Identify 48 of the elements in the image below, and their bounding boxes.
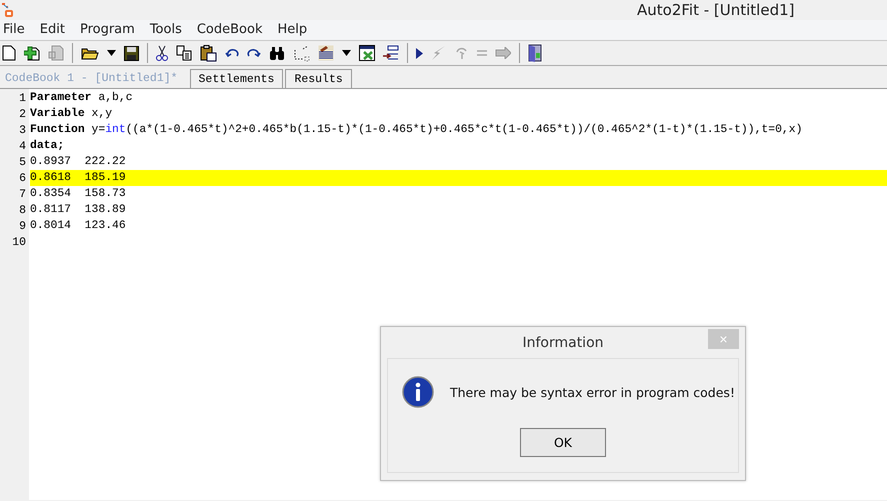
menu-item[interactable]: File (0, 20, 32, 40)
add-file-icon[interactable] (24, 45, 40, 61)
menu-item[interactable]: Program (76, 20, 142, 40)
line-number: 10 (11, 236, 27, 248)
tab[interactable]: Settlements (190, 69, 284, 88)
line-number: 3 (18, 124, 27, 136)
tab[interactable]: Results (285, 69, 352, 88)
code-line: 0.8014 123.46 (30, 219, 127, 234)
line-number: 2 (18, 108, 27, 120)
ok-button[interactable]: OK (520, 428, 606, 457)
line-number: 4 (18, 140, 27, 152)
dialog-title: Information (522, 334, 604, 350)
paste-icon[interactable] (200, 44, 217, 62)
code-line: Function y=int((a*(1-0.465*t)^2+0.465*b(1.15-t)*(1-0.465*t)+0.465*c*t(1-0.465*t))/(0.465^2*(1-t)*(1.15-t)),t=0,x) (30, 122, 804, 138)
redo-icon[interactable] (247, 48, 261, 58)
line-number: 5 (18, 156, 27, 168)
binoculars-icon[interactable] (269, 46, 285, 60)
menu-item[interactable]: Edit (36, 20, 72, 40)
code-line: 0.8117 138.89 (30, 203, 127, 218)
exit-door-icon[interactable] (528, 44, 542, 62)
line-number: 8 (18, 204, 27, 216)
code-line: 0.8937 222.22 (30, 155, 127, 170)
play-icon[interactable] (416, 48, 423, 58)
line-number: 1 (18, 92, 27, 104)
menu-item[interactable]: Help (274, 20, 314, 40)
line-number: 6 (18, 172, 27, 184)
caret-icon[interactable] (107, 50, 116, 56)
code-line: Parameter a,b,c (30, 90, 134, 106)
copy-icon[interactable] (176, 45, 192, 61)
list-icon[interactable] (318, 45, 334, 61)
undo-icon[interactable] (225, 48, 239, 58)
menu-item[interactable]: CodeBook (194, 20, 270, 40)
save-icon[interactable] (124, 46, 139, 60)
caret-icon[interactable] (342, 50, 351, 56)
code-line: 0.8354 158.73 (30, 187, 127, 202)
code-line: data; (30, 138, 66, 154)
insert-row-icon[interactable] (383, 45, 399, 61)
window-title: Auto2Fit - [Untitled1] (637, 0, 794, 20)
menu-item[interactable]: Tools (146, 20, 189, 40)
app-logo-icon (1, 1, 15, 19)
code-line: Variable x,y (30, 106, 114, 122)
line-number: 9 (18, 220, 27, 232)
info-icon (402, 376, 434, 408)
new-file-icon[interactable] (2, 45, 16, 61)
line-number: 7 (18, 188, 27, 200)
cut-icon[interactable] (156, 44, 168, 62)
spreadsheet-icon[interactable] (359, 45, 375, 61)
dialog-message: There may be syntax error in program codes! (450, 384, 735, 400)
